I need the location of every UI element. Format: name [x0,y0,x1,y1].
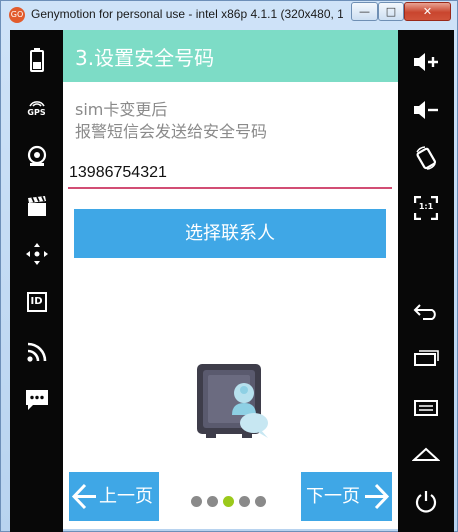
sms-button[interactable] [10,382,63,418]
emulator-window: GO Genymotion for personal use - intel x… [0,0,458,532]
back-button[interactable] [398,294,454,330]
page-title: 3.设置安全号码 [75,46,215,70]
window-title: Genymotion for personal use - intel x86p… [31,7,343,21]
home-icon [412,447,440,461]
page-dot-active [223,496,234,507]
pixel-perfect-icon: 1:1 [414,196,438,220]
webcam-icon [27,145,46,166]
id-icon: ID [26,292,47,312]
rotate-screen-icon [416,146,437,170]
device-screen: 3.设置安全号码 sim卡变更后 报警短信会发送给安全号码 1398675432… [63,30,398,529]
battery-button[interactable] [10,42,63,78]
gps-label: GPS [27,108,46,117]
rotate-button[interactable] [398,140,454,176]
arrow-right-icon [365,483,390,510]
next-page-button[interactable]: 下一页 [301,472,392,521]
device-id-button[interactable]: ID [10,284,63,320]
webcam-button[interactable] [10,138,63,174]
volume-down-button[interactable] [398,92,454,128]
rss-signal-icon [26,342,46,362]
menu-icon [414,400,438,416]
choose-contact-button[interactable]: 选择联系人 [74,209,386,258]
recent-apps-icon [414,350,439,366]
genymotion-logo-icon: GO [9,7,25,23]
dpad-arrows-icon [25,243,48,265]
page-dot [255,496,266,507]
clapperboard-icon [27,196,46,216]
power-button[interactable] [398,484,454,520]
page-dot [207,496,218,507]
arrow-left-icon [71,483,96,510]
page-header: 3.设置安全号码 [63,30,398,82]
safe-contact-illustration-icon [197,364,268,438]
left-toolbar: GPS ID [10,30,63,532]
gps-button[interactable]: GPS [10,90,63,126]
gps-signal-icon [28,101,45,107]
page-dot [239,496,250,507]
menu-button[interactable] [398,390,454,426]
input-underline [68,187,392,189]
pixel-perfect-button[interactable]: 1:1 [398,190,454,226]
home-button[interactable] [398,436,454,472]
chat-bubble-icon [25,390,48,410]
volume-down-icon [414,101,438,119]
pixel-perfect-label: 1:1 [418,202,434,211]
recent-apps-button[interactable] [398,340,454,376]
page-dot [191,496,202,507]
power-icon [415,491,437,513]
title-bar[interactable]: GO Genymotion for personal use - intel x… [1,1,458,29]
previous-page-button[interactable]: 上一页 [69,472,159,521]
capture-button[interactable] [10,188,63,224]
maximize-button[interactable]: □ [378,2,404,21]
volume-up-button[interactable] [398,44,454,80]
description-line1: sim卡变更后 [75,100,168,119]
dpad-button[interactable] [10,236,63,272]
battery-icon [29,48,44,72]
network-button[interactable] [10,334,63,370]
back-arrow-icon [413,304,436,320]
minimize-button[interactable]: — [351,2,378,21]
previous-page-label: 上一页 [99,486,153,507]
safe-number-input[interactable]: 13986754321 [69,164,167,182]
description-line2: 报警短信会发送给安全号码 [75,122,268,141]
right-toolbar: 1:1 [398,30,454,532]
page-indicator [191,496,271,510]
close-button[interactable]: ✕ [404,2,451,21]
next-page-label: 下一页 [306,486,360,507]
volume-up-icon [414,53,438,71]
